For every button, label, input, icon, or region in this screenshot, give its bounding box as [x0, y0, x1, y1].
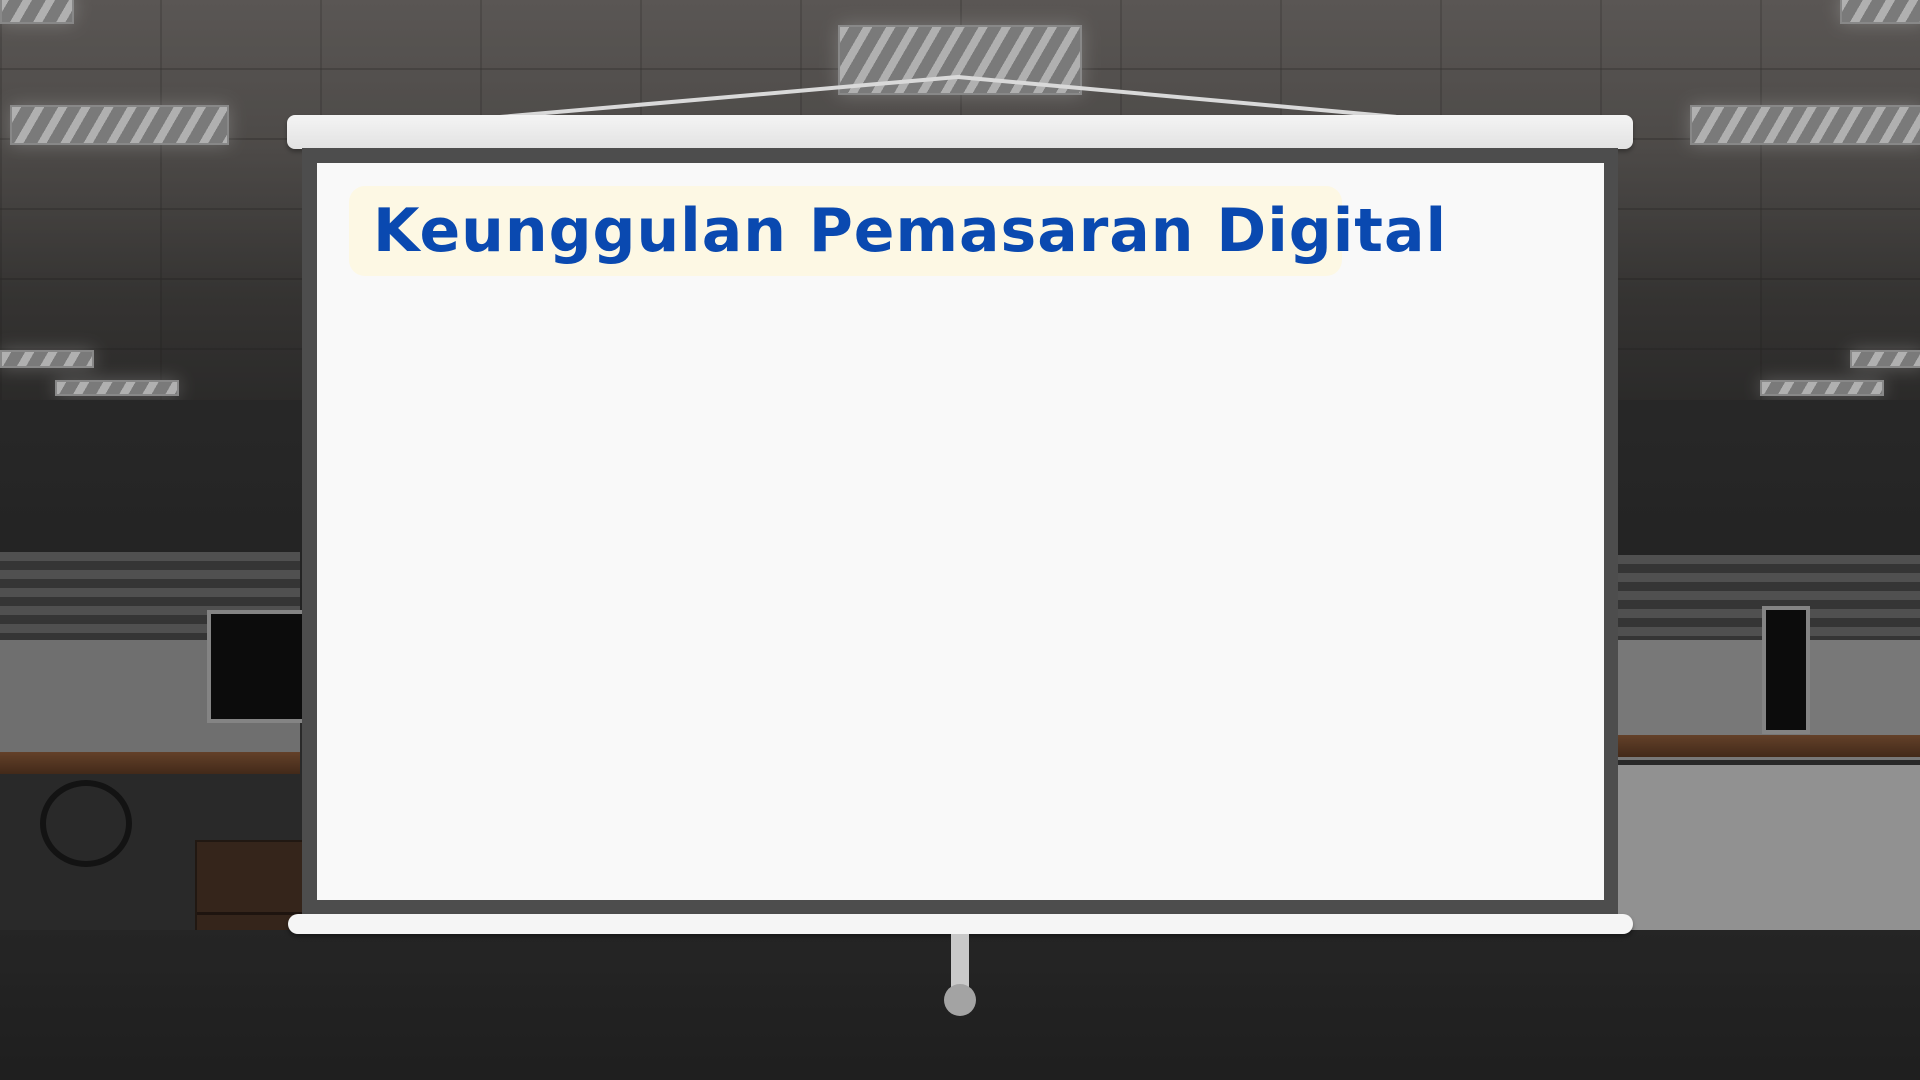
slide-title-banner: Keunggulan Pemasaran Digital: [349, 186, 1446, 276]
office-chair: [40, 780, 132, 867]
ceiling-light: [1760, 380, 1884, 396]
ceiling-light: [1690, 105, 1920, 145]
slide-canvas: Keunggulan Pemasaran Digital: [0, 0, 1920, 1080]
ceiling-light: [0, 0, 74, 24]
ceiling-light: [1840, 0, 1920, 24]
screen-top-roller: [287, 115, 1633, 149]
slide-title: Keunggulan Pemasaran Digital: [373, 196, 1448, 266]
screen-bottom-bar: [288, 914, 1633, 934]
screen-pull-handle: [944, 984, 976, 1016]
office-desk: [1618, 735, 1920, 757]
monitor: [207, 610, 310, 723]
ceiling-light: [55, 380, 179, 396]
monitor: [1762, 606, 1810, 734]
ceiling-light: [0, 350, 94, 368]
ceiling-light: [10, 105, 229, 145]
ceiling-light: [1850, 350, 1920, 368]
office-desk: [0, 752, 300, 774]
